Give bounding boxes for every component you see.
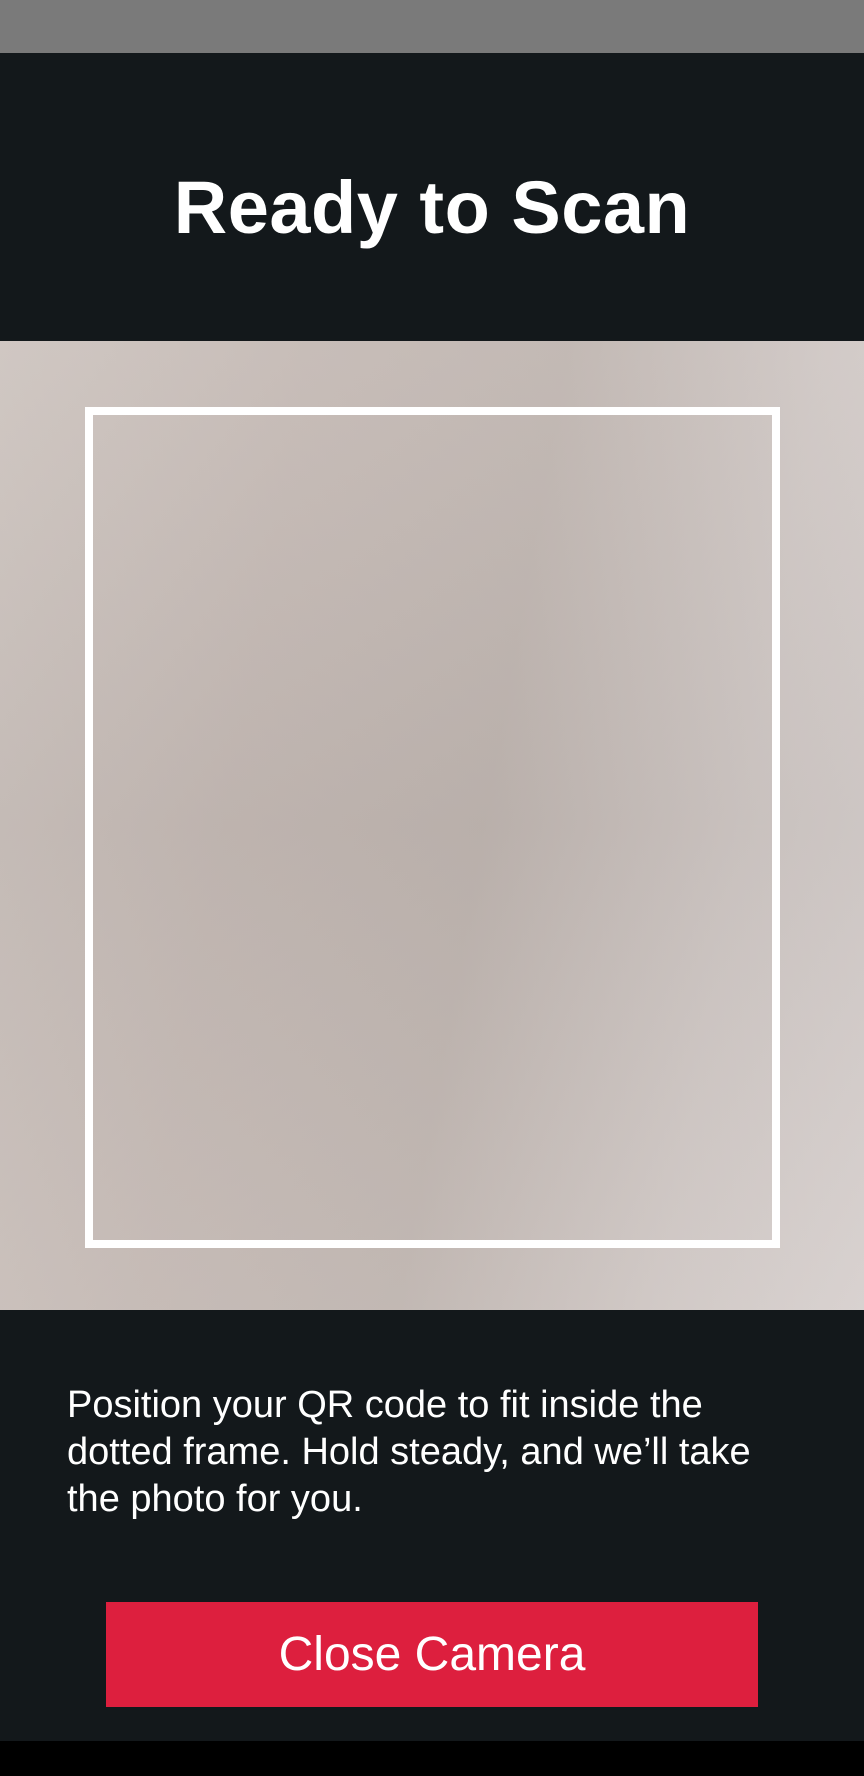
camera-viewfinder (0, 341, 864, 1310)
close-camera-button[interactable]: Close Camera (106, 1602, 758, 1707)
status-bar (0, 0, 864, 53)
header: Ready to Scan (0, 53, 864, 341)
navigation-bar (0, 1741, 864, 1776)
scan-instructions: Position your QR code to fit inside the … (67, 1384, 751, 1520)
footer: Position your QR code to fit inside the … (0, 1310, 864, 1741)
scan-frame (85, 407, 780, 1248)
page-title: Ready to Scan (173, 166, 691, 249)
